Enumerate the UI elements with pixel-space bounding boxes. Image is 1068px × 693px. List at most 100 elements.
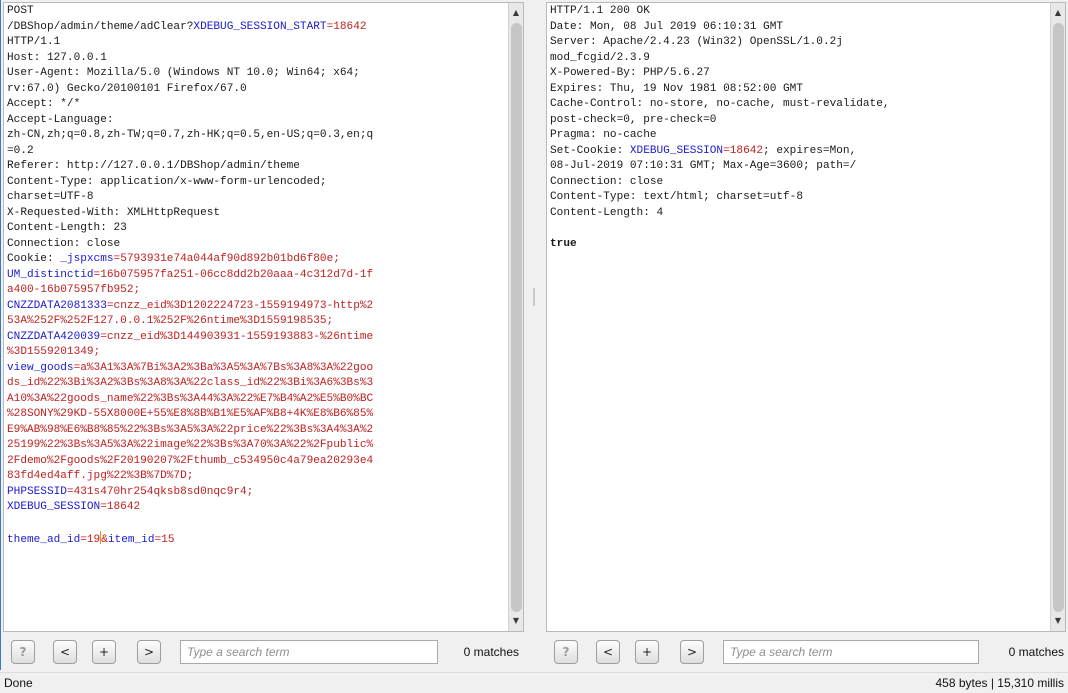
response-line: Date: Mon, 08 Jul 2019 06:10:31 GMT (550, 20, 1049, 36)
request-line: Connection: close (7, 237, 507, 253)
request-line: Cookie: _jspxcms=5793931e74a044af90d892b… (7, 252, 507, 268)
response-text[interactable]: HTTP/1.1 200 OK Date: Mon, 08 Jul 2019 06… (550, 4, 1049, 252)
pane-divider[interactable] (526, 0, 542, 670)
response-editor[interactable]: HTTP/1.1 200 OK Date: Mon, 08 Jul 2019 06… (546, 2, 1066, 632)
request-scroll-thumb[interactable] (511, 23, 522, 612)
request-scrollbar[interactable]: ▲ ▼ (508, 3, 523, 631)
line-segment: =cnzz_eid%3D144903931-1559193883-%26ntim… (100, 330, 374, 343)
line-segment: 08-Jul-2019 07:10:31 GMT; Max-Age=3600; … (550, 160, 857, 172)
line-segment: =15 (154, 534, 175, 546)
request-line: rv:67.0) Gecko/20100101 Firefox/67.0 (7, 82, 507, 98)
response-help-button[interactable]: ? (554, 640, 578, 664)
line-segment: =5793931e74a044af90d892b01bd6f80e; (113, 253, 340, 265)
request-line: view_goods=a%3A1%3A%7Bi%3A2%3Ba%3A5%3A%7… (7, 361, 507, 377)
request-line: a400-16b075957fb952; (7, 283, 507, 299)
line-segment: =18642 (100, 501, 141, 513)
request-line: charset=UTF-8 (7, 190, 507, 206)
line-segment: Content-Length: 4 (550, 206, 664, 219)
line-segment: Content-Type: application/x-www-form-url… (7, 175, 327, 188)
line-segment: Connection: close (7, 237, 121, 250)
line-segment: X-Powered-By: PHP/5.6.27 (550, 67, 710, 79)
line-segment: XDEBUG_SESSION (7, 501, 101, 513)
response-line: 08-Jul-2019 07:10:31 GMT; Max-Age=3600; … (550, 159, 1049, 175)
request-line: 25199%22%3Bs%3A5%3A%22image%22%3Bs%3A70%… (7, 438, 507, 454)
response-scroll-thumb[interactable] (1053, 23, 1064, 612)
line-segment: _jspxcms (60, 253, 114, 265)
response-line: Expires: Thu, 19 Nov 1981 08:52:00 GMT (550, 82, 1049, 98)
status-text: Done (4, 676, 33, 690)
line-segment: HTTP/1.1 200 OK (550, 5, 650, 17)
line-segment: E9%AB%98%E6%B8%85%22%3Bs%3A5%3A%22price%… (7, 423, 374, 436)
request-line: HTTP/1.1 (7, 35, 507, 51)
response-search-input[interactable] (723, 640, 979, 664)
line-segment: Accept-Language: (7, 113, 114, 126)
line-segment: 83fd4ed4aff.jpg%22%3B%7D%7D; (7, 470, 194, 482)
response-scrollbar[interactable]: ▲ ▼ (1050, 3, 1065, 631)
line-segment: Connection: close (550, 175, 664, 188)
response-line: Connection: close (550, 175, 1049, 191)
line-segment: Expires: Thu, 19 Nov 1981 08:52:00 GMT (550, 82, 803, 95)
request-line: ds_id%22%3Bi%3A2%3Bs%3A8%3A%22class_id%2… (7, 376, 507, 392)
scroll-down-arrow-icon[interactable]: ▼ (509, 614, 523, 628)
request-text[interactable]: POST/DBShop/admin/theme/adClear? XDEBUG_S… (7, 4, 507, 547)
request-line (7, 516, 507, 532)
request-line: CNZZDATA2081333=cnzz_eid%3D1202224723-15… (7, 299, 507, 315)
line-segment: item_id (107, 534, 155, 546)
request-line: E9%AB%98%E6%B8%85%22%3Bs%3A5%3A%22price%… (7, 423, 507, 439)
line-segment: %3D1559201349; (7, 346, 101, 358)
scroll-up-arrow-icon[interactable]: ▲ (509, 6, 523, 20)
line-segment: Set-Cookie: (550, 144, 630, 157)
response-prev-button[interactable]: < (596, 640, 620, 664)
scroll-up-arrow-icon[interactable]: ▲ (1051, 6, 1065, 20)
response-line: Set-Cookie: XDEBUG_SESSION=18642; expire… (550, 144, 1049, 160)
response-line: true (550, 237, 1049, 253)
response-line: post-check=0, pre-check=0 (550, 113, 1049, 129)
line-segment: User-Agent: Mozilla/5.0 (Windows NT 10.0… (7, 67, 360, 79)
response-line: mod_fcgid/2.3.9 (550, 51, 1049, 67)
line-segment: /DBShop/admin/theme/adClear? (7, 20, 194, 33)
response-stats: 458 bytes | 15,310 millis (935, 676, 1064, 690)
line-segment: =cnzz_eid%3D1202224723-1559194973-http%2 (106, 299, 374, 312)
line-segment: & (101, 534, 108, 546)
line-segment: charset=UTF-8 (7, 191, 94, 203)
response-pane: HTTP/1.1 200 OK Date: Mon, 08 Jul 2019 06… (542, 0, 1068, 670)
line-segment: =a%3A1%3A%7Bi%3A2%3Ba%3A5%3A%7Bs%3A8%3A%… (73, 361, 374, 374)
request-line: Host: 127.0.0.1 (7, 51, 507, 67)
request-editor[interactable]: POST/DBShop/admin/theme/adClear? XDEBUG_S… (3, 2, 524, 632)
request-line: Accept-Language: (7, 113, 507, 129)
request-line: A10%3A%22goods_name%22%3Bs%3A44%3A%22%E7… (7, 392, 507, 408)
request-line: XDEBUG_SESSION=18642 (7, 500, 507, 516)
line-segment: Date: Mon, 08 Jul 2019 06:10:31 GMT (550, 20, 784, 33)
line-segment: =431s470hr254qksb8sd0nqc9r4; (66, 485, 254, 498)
request-line: CNZZDATA420039=cnzz_eid%3D144903931-1559… (7, 330, 507, 346)
line-segment: =0.2 (7, 144, 34, 157)
response-add-button[interactable]: + (635, 640, 659, 664)
request-help-button[interactable]: ? (11, 640, 35, 664)
response-line: Content-Length: 4 (550, 206, 1049, 222)
line-segment: mod_fcgid/2.3.9 (550, 51, 650, 64)
line-segment: PHPSESSID (7, 485, 67, 498)
response-search-bar: ? < + > 0 matches (542, 637, 1068, 667)
line-segment: Server: Apache/2.4.23 (Win32) OpenSSL/1.… (550, 36, 843, 48)
request-line: 2Fdemo%2Fgoods%2F20190207%2Fthumb_c53495… (7, 454, 507, 470)
line-segment: Accept: */* (7, 98, 81, 110)
line-segment: POST (7, 5, 34, 17)
request-line: Content-Length: 23 (7, 221, 507, 237)
response-next-button[interactable]: > (680, 640, 704, 664)
line-segment: UM_distinctid (7, 268, 94, 281)
request-add-button[interactable]: + (92, 640, 116, 664)
response-line: Content-Type: text/html; charset=utf-8 (550, 190, 1049, 206)
request-line: theme_ad_id=19&item_id=15 (7, 531, 507, 547)
request-prev-button[interactable]: < (53, 640, 77, 664)
line-segment: zh-CN,zh;q=0.8,zh-TW;q=0.7,zh-HK;q=0.5,e… (7, 129, 374, 141)
response-match-count: 0 matches (1008, 645, 1064, 659)
line-segment: =19 (80, 534, 101, 546)
line-segment: post-check=0, pre-check=0 (550, 113, 717, 126)
scroll-down-arrow-icon[interactable]: ▼ (1051, 614, 1065, 628)
request-search-input[interactable] (180, 640, 438, 664)
divider-grip[interactable] (533, 288, 535, 306)
request-line: 53A%252F%252F127.0.0.1%252F%26ntime%3D15… (7, 314, 507, 330)
request-search-bar: ? < + > 0 matches (1, 637, 526, 667)
request-next-button[interactable]: > (137, 640, 161, 664)
line-segment: ds_id%22%3Bi%3A2%3Bs%3A8%3A%22class_id%2… (7, 377, 374, 389)
